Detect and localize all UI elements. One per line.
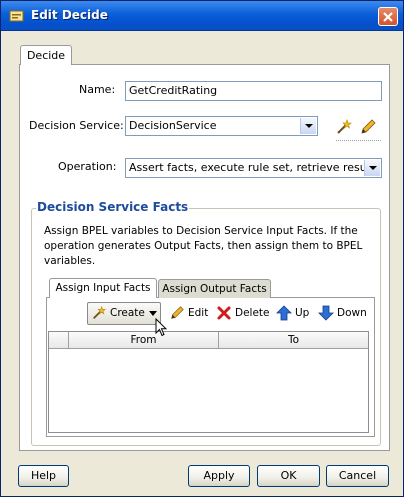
delete-label: Delete <box>235 307 270 319</box>
facts-description: Assign BPEL variables to Decision Servic… <box>44 225 363 267</box>
delete-button[interactable]: Delete <box>216 303 270 323</box>
ok-button[interactable]: OK <box>257 465 320 487</box>
pencil-icon <box>171 306 184 319</box>
cancel-button[interactable]: Cancel <box>326 465 389 487</box>
help-button[interactable]: Help <box>18 465 69 487</box>
column-header-to[interactable]: To <box>219 332 368 349</box>
close-icon <box>383 12 393 22</box>
wand-star-icon <box>337 119 352 134</box>
down-label: Down <box>337 307 367 319</box>
create-label: Create <box>110 307 145 319</box>
create-button-content[interactable]: Create <box>91 303 159 323</box>
pencil-icon <box>361 119 376 134</box>
tab-decide[interactable]: Decide <box>20 45 72 65</box>
column-header-from[interactable]: From <box>69 332 219 349</box>
down-button[interactable]: Down <box>318 303 367 323</box>
separator <box>336 140 381 141</box>
wand-star-icon <box>93 305 106 319</box>
operation-label: Operation: <box>58 160 117 173</box>
up-label: Up <box>295 307 310 319</box>
decision-service-value: DecisionService <box>129 119 217 132</box>
operation-combo[interactable]: Assert facts, execute rule set, retrieve… <box>125 158 382 178</box>
operation-value: Assert facts, execute rule set, retrieve… <box>129 161 382 174</box>
dialog-icon <box>9 10 24 22</box>
chevron-down-icon <box>149 311 157 316</box>
facts-table[interactable]: From To <box>48 331 369 433</box>
arrow-down-icon <box>318 305 334 321</box>
delete-x-icon <box>217 306 231 320</box>
tab-assign-output-facts[interactable]: Assign Output Facts <box>158 279 271 298</box>
row-header-cell <box>49 332 69 349</box>
edit-service-button[interactable] <box>359 117 377 137</box>
chevron-down-icon[interactable] <box>300 118 316 134</box>
new-service-button[interactable] <box>335 117 353 137</box>
dialog-title: Edit Decide <box>31 8 108 22</box>
edit-button[interactable]: Edit <box>169 303 209 323</box>
edit-label: Edit <box>188 307 209 319</box>
decision-service-combo[interactable]: DecisionService <box>125 116 318 136</box>
close-button[interactable] <box>378 7 398 26</box>
group-title: Decision Service Facts <box>36 200 190 214</box>
decision-service-label: Decision Service: <box>29 119 124 132</box>
table-header: From To <box>49 332 368 349</box>
apply-button[interactable]: Apply <box>188 465 250 487</box>
name-label: Name: <box>79 83 116 96</box>
mouse-cursor-icon <box>155 318 167 337</box>
arrow-up-icon <box>276 305 292 321</box>
chevron-down-icon[interactable] <box>364 160 380 176</box>
up-button[interactable]: Up <box>276 303 310 323</box>
tab-assign-input-facts[interactable]: Assign Input Facts <box>49 278 157 298</box>
name-field[interactable]: GetCreditRating <box>125 81 382 101</box>
title-bar[interactable]: Edit Decide <box>1 1 403 31</box>
